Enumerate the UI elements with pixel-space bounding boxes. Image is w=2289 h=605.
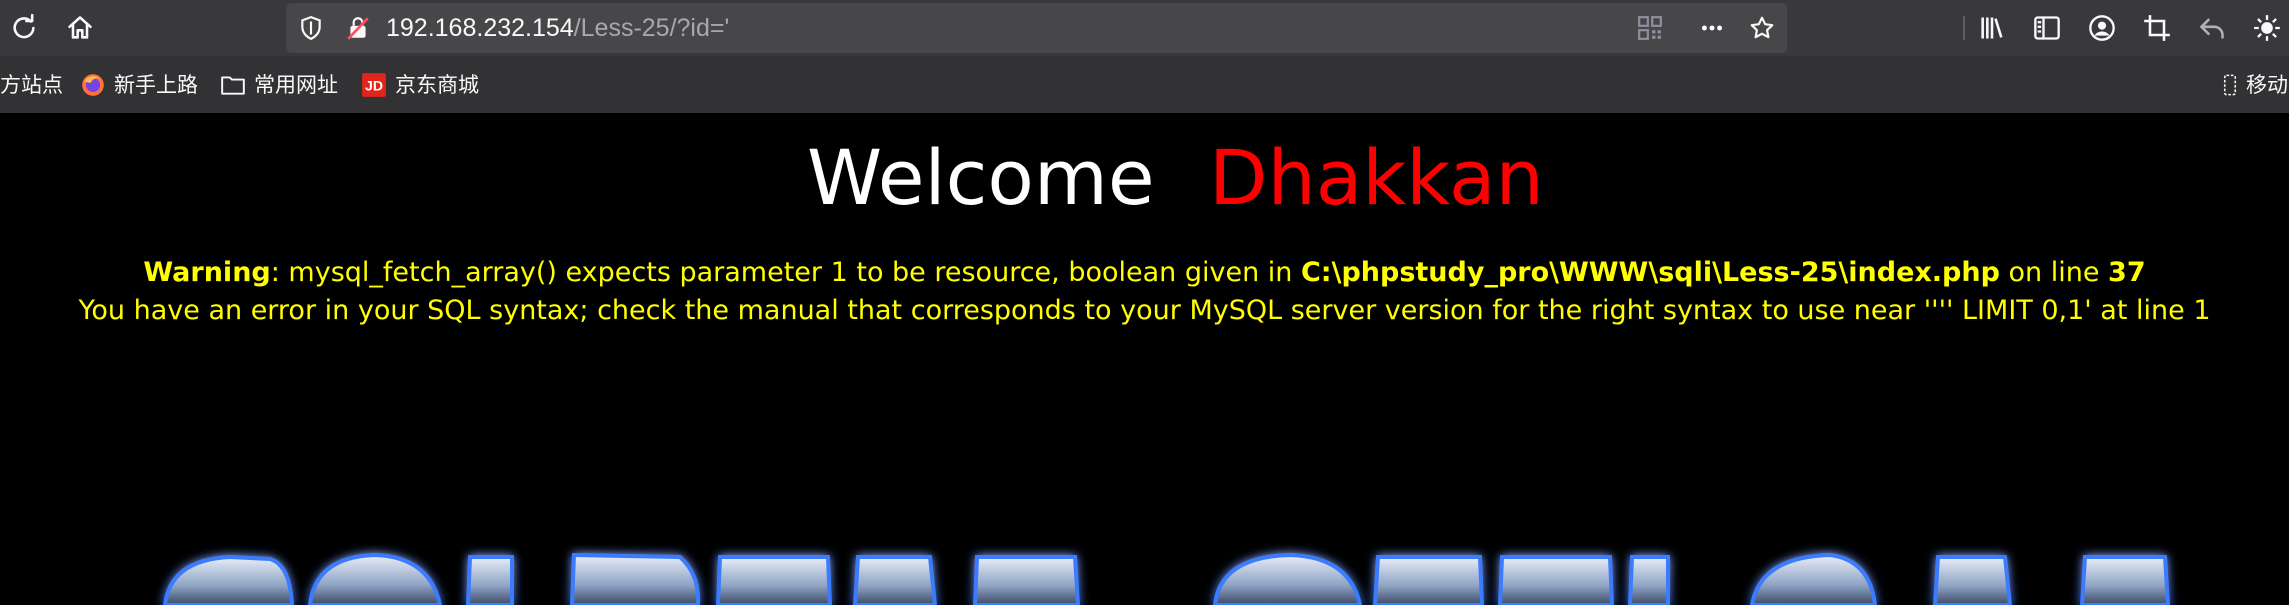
- bookmark-item[interactable]: JD 京东商城: [361, 70, 479, 100]
- warning-file: C:\phpstudy_pro\WWW\sqli\Less-25\index.p…: [1300, 257, 2000, 288]
- extension-button[interactable]: [2247, 8, 2287, 48]
- mobile-icon: [2222, 72, 2238, 98]
- account-icon: [2089, 15, 2115, 41]
- url-host: 192.168.232.154: [386, 14, 574, 42]
- bookmark-label: 方站点: [0, 73, 63, 97]
- bookmark-item[interactable]: 方站点: [0, 70, 63, 100]
- undo-icon: [2200, 18, 2224, 39]
- account-button[interactable]: [2082, 8, 2122, 48]
- back-button[interactable]: [2192, 8, 2232, 48]
- php-warning: Warning: mysql_fetch_array() expects par…: [0, 254, 2289, 330]
- page-actions-button[interactable]: [1698, 14, 1726, 42]
- welcome-heading: Welcome Dhakkan: [0, 123, 2289, 233]
- mobile-bookmarks[interactable]: 移动: [2222, 70, 2288, 100]
- reload-icon: [13, 14, 35, 39]
- bookmark-label: 常用网址: [254, 73, 338, 97]
- mobile-bookmarks-label: 移动: [2246, 73, 2288, 97]
- welcome-text: Welcome: [807, 133, 1155, 222]
- bookmark-label: 京东商城: [395, 73, 479, 97]
- url-separator: [1963, 16, 1965, 40]
- sqli-series-banner-image: [162, 552, 2171, 605]
- jd-icon: JD: [361, 72, 387, 98]
- library-icon: [1981, 17, 2003, 39]
- url-text[interactable]: 192.168.232.154/Less-25/?id=': [386, 12, 729, 44]
- bookmark-item[interactable]: 新手上路: [80, 70, 198, 100]
- more-icon: [1701, 25, 1723, 31]
- extension-icon: [2254, 15, 2280, 41]
- reload-button[interactable]: [4, 8, 44, 48]
- tracking-shield-icon[interactable]: [297, 14, 325, 42]
- star-icon: [1750, 16, 1774, 39]
- warning-message: : mysql_fetch_array() expects parameter …: [270, 257, 1301, 288]
- home-button[interactable]: [60, 8, 100, 48]
- warning-label: Warning: [143, 257, 271, 288]
- browser-toolbar: 192.168.232.154/Less-25/?id=': [0, 0, 2289, 56]
- insecure-lock-icon[interactable]: [344, 14, 372, 42]
- firefox-icon: [80, 72, 106, 98]
- crop-icon: [2144, 15, 2170, 41]
- svg-text:JD: JD: [365, 77, 383, 93]
- bookmark-folder[interactable]: 常用网址: [220, 70, 338, 100]
- sidebar-icon: [2034, 16, 2060, 40]
- url-bar[interactable]: 192.168.232.154/Less-25/?id=': [286, 3, 1965, 53]
- warning-line-number: 37: [2108, 257, 2146, 288]
- home-icon: [68, 16, 92, 39]
- bookmarks-toolbar: 方站点 新手上路 常用网址 JD 京东商城 移动: [0, 56, 2289, 113]
- qr-code-icon[interactable]: [1636, 14, 1664, 42]
- folder-icon: [220, 72, 246, 98]
- sidebar-button[interactable]: [2027, 8, 2067, 48]
- bookmark-star-button[interactable]: [1748, 14, 1776, 42]
- bookmark-label: 新手上路: [114, 73, 198, 97]
- screenshot-button[interactable]: [2137, 8, 2177, 48]
- warning-on-line: on line: [1999, 257, 2109, 288]
- warning-line: Warning: mysql_fetch_array() expects par…: [0, 254, 2289, 292]
- library-button[interactable]: [1972, 8, 2012, 48]
- welcome-name: Dhakkan: [1209, 133, 1544, 222]
- sql-error-message: You have an error in your SQL syntax; ch…: [78, 295, 2211, 326]
- url-path: /Less-25/?id=': [573, 14, 730, 42]
